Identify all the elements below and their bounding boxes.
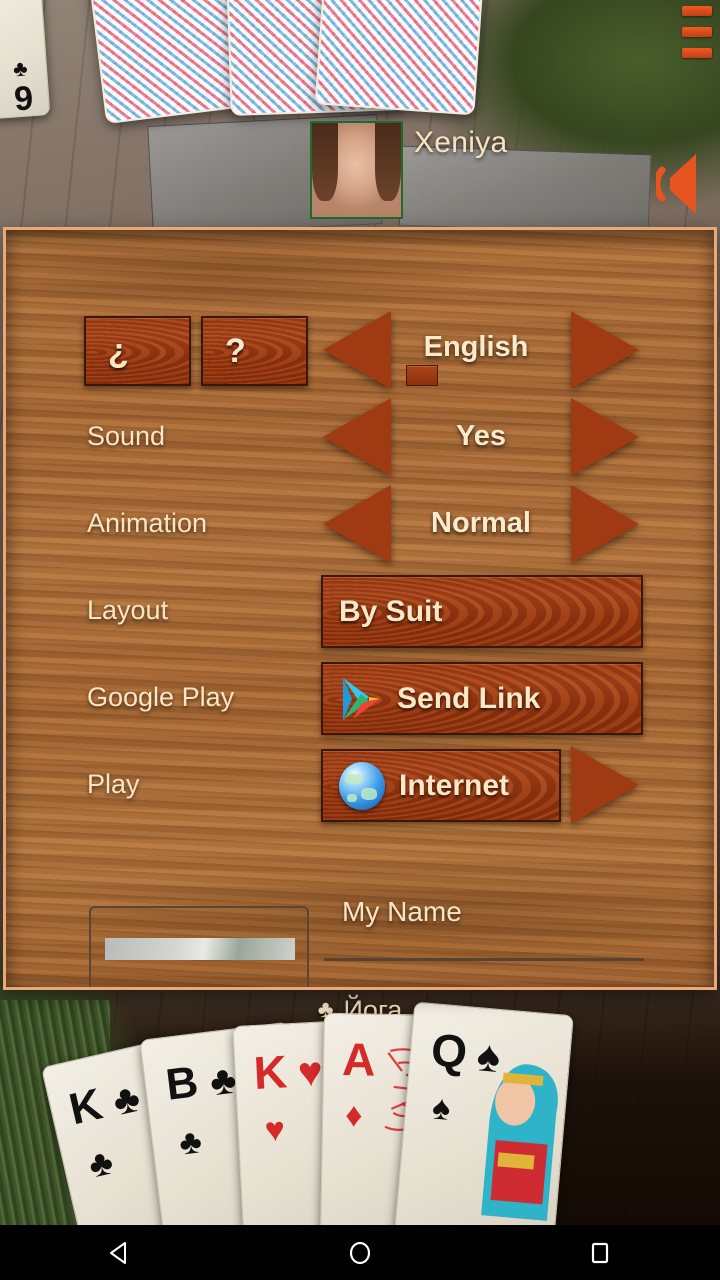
globe-landmass [361, 787, 377, 800]
help-button-label: ¿ [108, 331, 129, 370]
card-suit: ♥ [296, 1047, 324, 1096]
menu-bar [682, 6, 712, 16]
play-mode-button[interactable]: Internet [321, 749, 561, 822]
send-link-button[interactable]: Send Link [321, 662, 643, 735]
my-name-label: My Name [342, 896, 462, 927]
card-rank: B [163, 1057, 201, 1110]
nav-recents-button[interactable] [540, 1225, 660, 1280]
settings-panel: ¿ ? English Sound Yes Animation Normal L… [3, 227, 717, 990]
layout-button[interactable]: By Suit [321, 575, 643, 648]
card-suit: ♣ [108, 1075, 145, 1125]
card-rank: K [252, 1045, 289, 1099]
language-next-arrow[interactable] [571, 311, 639, 389]
globe-landmass [345, 773, 363, 784]
opponent-avatar[interactable] [310, 121, 403, 219]
sound-label: Sound [87, 421, 166, 451]
play-mode-label: Internet [399, 768, 510, 802]
opponent-name: Xeniya [414, 126, 508, 159]
avatar-preview-strip [105, 938, 295, 960]
card-suit: ♣ [177, 1122, 204, 1163]
layout-value: By Suit [339, 594, 443, 628]
send-link-label: Send Link [397, 681, 541, 715]
card-suit: ♦ [344, 1096, 363, 1135]
card-rank: A [341, 1033, 376, 1086]
table-card-left: ♣ 9 [0, 0, 51, 121]
sound-value: Yes [456, 420, 506, 452]
animation-label: Animation [87, 508, 208, 538]
card-back [314, 0, 486, 116]
nav-back-button[interactable] [60, 1225, 180, 1280]
hand-card[interactable]: Q ♠ ♠ [394, 1001, 574, 1249]
animation-value: Normal [431, 507, 531, 539]
menu-bar [682, 48, 712, 58]
google-play-label: Google Play [87, 682, 235, 712]
sound-next-arrow[interactable] [571, 398, 639, 476]
card-rank: K [64, 1079, 107, 1135]
hamburger-menu-icon[interactable] [682, 6, 712, 68]
card-rank: Q [429, 1023, 470, 1079]
avatar-hair-left [312, 123, 338, 201]
android-navigation-bar [0, 1225, 720, 1280]
language-value: English [423, 331, 529, 363]
language-flag-icon[interactable] [406, 365, 438, 386]
card-suit: ♠ [430, 1088, 452, 1128]
nav-home-button[interactable] [300, 1225, 420, 1280]
avatar-picker[interactable] [89, 906, 309, 987]
avatar-hair-right [375, 123, 401, 201]
internet-globe-icon [339, 761, 385, 810]
question-button-label: ? [225, 331, 246, 370]
sound-on-icon[interactable] [635, 148, 718, 220]
card-suit: ♣ [84, 1140, 117, 1186]
play-label: Play [87, 769, 140, 799]
app-screen: ♣ 9 Xeniya ♣ Йога K ♣ ♣ B ♣ ♣ K ♥ ♥ A ♦ … [0, 0, 720, 1280]
layout-label: Layout [87, 595, 169, 625]
question-button[interactable]: ? [201, 316, 308, 386]
play-next-arrow[interactable] [571, 746, 639, 824]
my-name-input[interactable] [324, 935, 644, 961]
card-suit: ♣ [12, 55, 29, 82]
animation-next-arrow[interactable] [571, 485, 639, 563]
google-play-icon [339, 675, 383, 723]
help-button[interactable]: ¿ [84, 316, 191, 386]
menu-bar [682, 27, 712, 37]
card-rank: 9 [12, 79, 35, 119]
card-suit: ♥ [263, 1110, 287, 1150]
globe-landmass [347, 793, 357, 802]
